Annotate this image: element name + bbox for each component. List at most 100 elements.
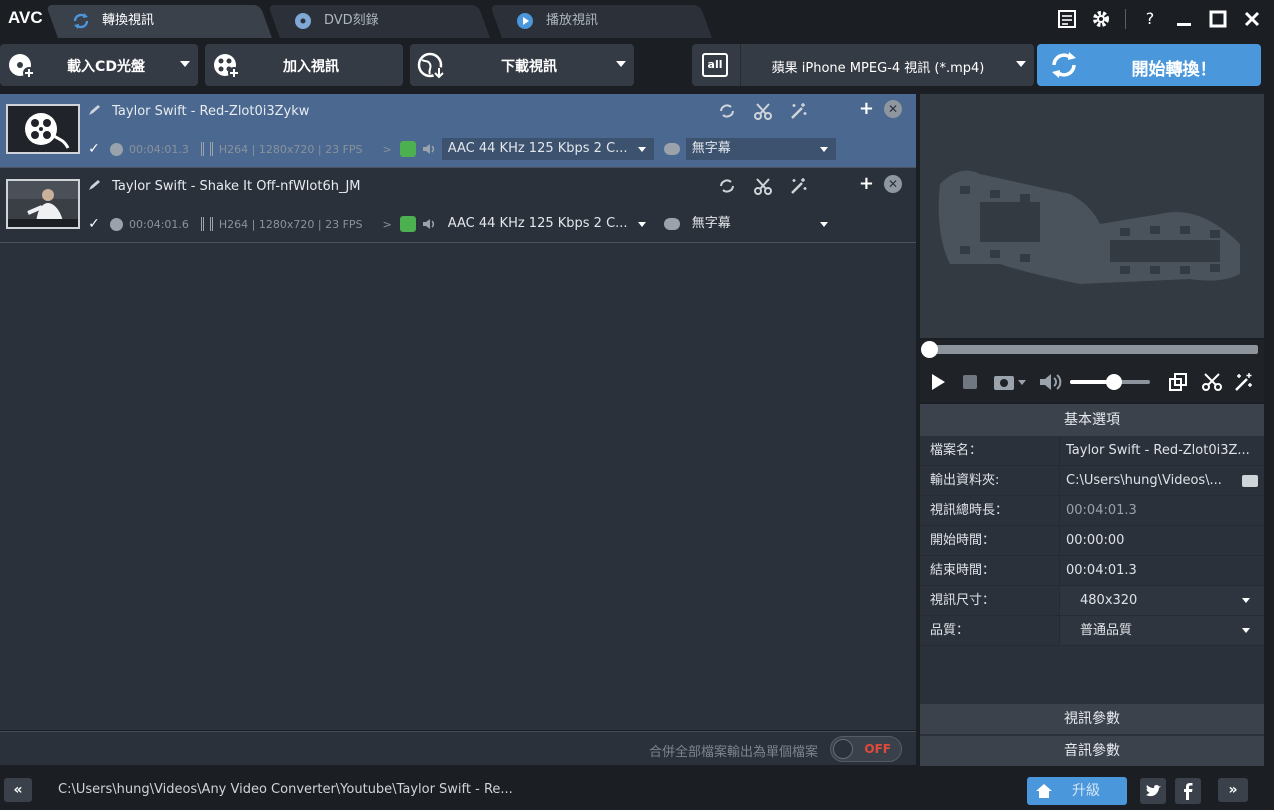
play-icon (517, 13, 533, 29)
chevron-down-icon[interactable] (1016, 61, 1026, 67)
scissors-icon[interactable] (754, 177, 772, 195)
device-icon (399, 216, 416, 232)
pencil-icon[interactable] (88, 104, 102, 116)
twitter-icon[interactable] (1140, 778, 1166, 804)
output-profile-select[interactable]: all 蘋果 iPhone MPEG-4 視訊 (*.mp4) (692, 44, 1034, 86)
rotate-icon[interactable] (718, 102, 736, 120)
output-folder-field[interactable]: C:\Users\hung\Videos\... (1060, 466, 1264, 495)
file-name[interactable]: Taylor Swift - Red-Zlot0i3Zykw (88, 104, 309, 119)
rotate-icon[interactable] (718, 177, 736, 195)
stop-icon[interactable] (960, 372, 980, 392)
merge-bar: 合併全部檔案輸出為單個檔案 OFF (0, 731, 916, 765)
video-params-header[interactable]: 視訊參數 (920, 704, 1264, 734)
chevron-right-icon: > (382, 217, 392, 231)
basic-options-header[interactable]: 基本選項 (920, 404, 1264, 436)
feedback-icon[interactable] (1057, 9, 1077, 29)
file-row[interactable]: Taylor Swift - Shake It Off-nfWlot6h_JM … (0, 169, 916, 243)
play-icon[interactable] (928, 372, 948, 392)
start-convert-button[interactable]: 開始轉換！ (1037, 44, 1261, 86)
video-preview[interactable] (920, 94, 1264, 338)
tab-label: 轉換視訊 (102, 13, 155, 28)
remove-icon[interactable]: ✕ (884, 175, 902, 193)
collapse-button[interactable]: « (4, 778, 32, 802)
pencil-icon[interactable] (88, 179, 102, 191)
add-video-button[interactable]: 加入視訊 (205, 44, 403, 86)
remove-icon[interactable]: ✕ (884, 100, 902, 118)
end-time-field[interactable]: 00:04:01.3 (1060, 556, 1264, 585)
subtitle-select[interactable]: 無字幕 (685, 138, 836, 160)
volume-icon[interactable] (1038, 372, 1066, 392)
audio-params-header[interactable]: 音訊參數 (920, 736, 1264, 766)
video-size-select[interactable]: 480x320 (1060, 586, 1264, 615)
all-formats-icon: all (702, 53, 728, 77)
seek-track[interactable] (926, 345, 1258, 354)
volume-handle[interactable] (1106, 374, 1122, 390)
quality-select[interactable]: 普通品質 (1060, 616, 1264, 645)
chevron-down-icon[interactable] (616, 61, 626, 67)
seek-handle[interactable] (921, 341, 938, 358)
merge-label: 合併全部檔案輸出為單個檔案 (648, 745, 818, 760)
add-icon[interactable]: + (859, 100, 874, 118)
facebook-icon[interactable] (1175, 778, 1201, 804)
film-strip-icon (200, 217, 213, 231)
scissors-icon[interactable] (754, 102, 772, 120)
subtitle-select[interactable]: 無字幕 (686, 213, 836, 235)
cd-add-icon (9, 54, 35, 79)
volume-slider[interactable] (1070, 374, 1150, 390)
output-path: C:\Users\hung\Videos\Any Video Converter… (58, 782, 513, 797)
device-icon (399, 141, 416, 157)
scissors-icon[interactable] (1202, 372, 1222, 392)
minimize-icon[interactable] (1174, 9, 1194, 29)
prop-row-end-time: 結束時間： 00:04:01.3 (920, 556, 1264, 586)
app-logo: AVC (8, 8, 43, 27)
prop-key: 開始時間： (920, 526, 1060, 555)
audio-track-select[interactable]: AAC 44 KHz 125 Kbps 2 C... (442, 213, 654, 235)
add-icon[interactable]: + (859, 175, 874, 193)
expand-button[interactable]: » (1218, 778, 1248, 802)
profile-separator (740, 44, 741, 86)
refresh-icon (1052, 52, 1076, 78)
maximize-icon[interactable] (1208, 9, 1228, 29)
start-time-field[interactable]: 00:00:00 (1060, 526, 1264, 555)
seek-bar[interactable] (920, 340, 1264, 362)
file-checkbox[interactable]: ✓ (86, 216, 102, 232)
prop-key: 檔案名： (920, 436, 1060, 465)
load-cd-label: 載入CD光盤 (67, 59, 145, 75)
filename-field[interactable]: Taylor Swift - Red-Zlot0i3Z... (1060, 436, 1264, 465)
magic-wand-icon[interactable] (790, 102, 808, 120)
prop-row-duration: 視訊總時長： 00:04:01.3 (920, 496, 1264, 526)
magic-wand-icon[interactable] (790, 177, 808, 195)
chevron-down-icon (819, 147, 828, 152)
output-profile-label: 蘋果 iPhone MPEG-4 視訊 (*.mp4) (771, 61, 985, 76)
file-row[interactable]: Taylor Swift - Red-Zlot0i3Zykw + ✕ ✓ 00:… (0, 94, 916, 168)
upgrade-label: 升級 (1072, 783, 1100, 799)
prop-key: 視訊尺寸： (920, 586, 1060, 615)
video-thumbnail[interactable] (6, 104, 80, 154)
gear-icon[interactable] (1091, 9, 1111, 29)
file-checkbox[interactable]: ✓ (86, 141, 102, 157)
chevron-down-icon (637, 222, 646, 227)
folder-icon[interactable] (1242, 475, 1258, 487)
close-icon[interactable] (1242, 9, 1262, 29)
upgrade-button[interactable]: 升級 (1027, 777, 1127, 805)
load-cd-button[interactable]: 載入CD光盤 (0, 44, 198, 86)
snapshot-icon[interactable] (992, 372, 1032, 392)
chevron-right-icon: > (382, 142, 392, 156)
merge-toggle[interactable]: OFF (830, 736, 902, 762)
tab-dvd-burn[interactable]: DVD刻錄 (267, 5, 490, 38)
video-thumbnail[interactable] (6, 179, 80, 229)
duration-value: 00:04:01.3 (1066, 503, 1137, 518)
copy-icon[interactable] (1168, 372, 1188, 392)
tab-convert-video[interactable]: 轉換視訊 (45, 5, 272, 38)
help-icon[interactable]: ? (1140, 9, 1160, 29)
file-name[interactable]: Taylor Swift - Shake It Off-nfWlot6h_JM (88, 179, 361, 194)
magic-wand-icon[interactable] (1234, 372, 1254, 392)
download-video-button[interactable]: 下載視訊 (410, 44, 634, 86)
chevron-down-icon[interactable] (180, 61, 190, 67)
film-reel-icon (8, 106, 78, 152)
tab-label: DVD刻錄 (324, 13, 379, 28)
tab-play-video[interactable]: 播放視訊 (489, 5, 712, 38)
refresh-icon (73, 13, 89, 29)
audio-track-select[interactable]: AAC 44 KHz 125 Kbps 2 C... (441, 138, 654, 160)
film-add-icon (214, 54, 240, 79)
